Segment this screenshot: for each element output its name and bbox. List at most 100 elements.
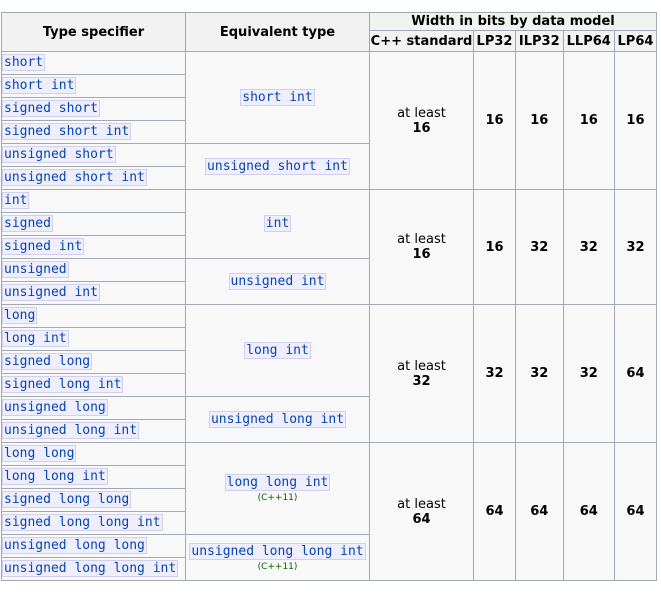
table-row: int int at least 16 16 32 32 32 [1, 189, 658, 305]
type-specifier-link[interactable]: int [2, 192, 30, 209]
type-specifier-link[interactable]: unsigned long int [2, 422, 140, 439]
type-specifier-cell: long long [1, 442, 186, 466]
equivalent-type-link[interactable]: long long int [224, 473, 331, 491]
type-specifier-cell: unsigned long long [1, 534, 186, 558]
equivalent-unsigned-type-cell: unsigned long long int (C++11) [185, 534, 370, 581]
lp64-width-cell: 16 [613, 51, 658, 190]
type-specifier-link[interactable]: unsigned long long int [2, 560, 179, 577]
equivalent-unsigned-type-link[interactable]: unsigned long long int [189, 542, 366, 560]
type-specifier-cell: long long int [1, 465, 186, 489]
equivalent-type-cell: long int [185, 304, 370, 397]
equivalent-unsigned-type-link[interactable]: unsigned int [228, 272, 327, 290]
equivalent-unsigned-type-link[interactable]: unsigned long int [208, 410, 347, 428]
header-width-bits: Width in bits by data model [369, 12, 657, 31]
type-specifier-link[interactable]: long long [2, 445, 77, 462]
at-least-label: at least [397, 232, 446, 247]
type-specifier-link[interactable]: signed long [2, 353, 93, 370]
type-specifier-cell: signed long long [1, 488, 186, 512]
type-specifier-link[interactable]: signed short int [2, 123, 132, 140]
cpp-standard-width-cell: at least 16 [369, 189, 474, 305]
type-specifier-cell: unsigned int [1, 281, 186, 305]
header-llp64: LLP64 [562, 30, 615, 52]
type-specifier-link[interactable]: unsigned short int [2, 169, 147, 186]
at-least-label: at least [397, 496, 446, 512]
lp64-width-cell: 64 [613, 442, 658, 581]
table-row: long long long long int (C++11) at least 64 6… [1, 442, 658, 581]
header-lp64: LP64 [613, 30, 658, 52]
header-ilp32: ILP32 [515, 30, 564, 52]
at-least-label: at least [397, 358, 446, 374]
type-specifier-cell: long [1, 304, 186, 328]
equivalent-type-cell: short int [185, 51, 370, 144]
llp64-width-cell: 64 [562, 442, 615, 581]
lp32-width-cell: 16 [473, 51, 516, 190]
header-type-specifier: Type specifier [1, 12, 186, 52]
type-specifier-cell: signed [1, 212, 186, 236]
lp64-width-cell: 64 [613, 304, 658, 443]
type-specifier-link[interactable]: short [2, 54, 46, 71]
type-specifier-link[interactable]: unsigned long long [2, 537, 147, 554]
header-lp32: LP32 [473, 30, 516, 52]
type-specifier-link[interactable]: unsigned int [2, 284, 100, 301]
lp32-width-cell: 16 [473, 189, 516, 305]
type-specifier-cell: unsigned short int [1, 166, 186, 190]
type-specifier-cell: unsigned long int [1, 419, 186, 443]
llp64-width-cell: 32 [562, 189, 615, 305]
type-specifier-link[interactable]: signed long long int [2, 514, 163, 531]
type-specifier-link[interactable]: signed int [2, 238, 85, 255]
llp64-width-cell: 16 [562, 51, 615, 190]
equivalent-type-link[interactable]: int [263, 215, 292, 232]
lp32-width-cell: 64 [473, 442, 516, 581]
lp32-width-cell: 32 [473, 304, 516, 443]
type-specifier-link[interactable]: short int [2, 77, 77, 94]
type-specifier-link[interactable]: long long int [2, 468, 108, 485]
header-equivalent-type: Equivalent type [185, 12, 370, 52]
type-specifier-link[interactable]: long [2, 307, 38, 324]
type-specifier-cell: short int [1, 74, 186, 98]
type-specifier-cell: signed long [1, 350, 186, 374]
equivalent-type-link[interactable]: short int [240, 88, 315, 106]
type-specifier-link[interactable]: unsigned long [2, 399, 108, 416]
type-specifier-link[interactable]: unsigned [2, 261, 69, 278]
type-specifier-link[interactable]: signed long long [2, 491, 132, 508]
equivalent-unsigned-type-link[interactable]: unsigned short int [205, 157, 350, 175]
type-specifier-link[interactable]: long int [2, 330, 69, 347]
cpp11-note[interactable]: (C++11) [186, 493, 369, 503]
ilp32-width-cell: 32 [515, 189, 564, 305]
cpp-standard-width-cell: at least 64 [369, 442, 474, 581]
equivalent-type-cell: long long int (C++11) [185, 442, 370, 535]
minimum-width-value: 16 [412, 120, 431, 136]
type-specifier-cell: unsigned long [1, 396, 186, 420]
type-specifier-cell: long int [1, 327, 186, 351]
ilp32-width-cell: 32 [515, 304, 564, 443]
ilp32-width-cell: 16 [515, 51, 564, 190]
type-specifier-cell: unsigned [1, 258, 186, 282]
type-specifier-cell: int [1, 189, 186, 213]
type-specifier-link[interactable]: signed short [2, 100, 100, 117]
type-specifier-cell: signed int [1, 235, 186, 259]
type-specifier-cell: short [1, 51, 186, 75]
minimum-width-value: 16 [412, 247, 431, 262]
minimum-width-value: 64 [412, 511, 431, 527]
table-body: short short int at least 16 16 16 16 16 short in… [1, 51, 658, 581]
cpp11-note[interactable]: (C++11) [186, 562, 369, 572]
equivalent-type-link[interactable]: long int [244, 341, 311, 359]
cpp-standard-width-cell: at least 16 [369, 51, 474, 190]
type-specifier-link[interactable]: signed [2, 215, 53, 232]
cpp-standard-width-cell: at least 32 [369, 304, 474, 443]
type-specifier-cell: signed long long int [1, 511, 186, 535]
type-specifier-cell: signed short int [1, 120, 186, 144]
at-least-label: at least [397, 105, 446, 121]
equivalent-unsigned-type-cell: unsigned short int [185, 143, 370, 190]
type-specifier-cell: unsigned short [1, 143, 186, 167]
equivalent-unsigned-type-cell: unsigned long int [185, 396, 370, 443]
type-specifier-link[interactable]: signed long int [2, 376, 124, 393]
table-row: short short int at least 16 16 16 16 16 [1, 51, 658, 190]
equivalent-type-cell: int [185, 189, 370, 259]
integer-types-table: Type specifier Equivalent type Width in … [1, 12, 658, 581]
llp64-width-cell: 32 [562, 304, 615, 443]
lp64-width-cell: 32 [613, 189, 658, 305]
type-specifier-cell: signed long int [1, 373, 186, 397]
type-specifier-link[interactable]: unsigned short [2, 146, 116, 163]
type-specifier-cell: signed short [1, 97, 186, 121]
